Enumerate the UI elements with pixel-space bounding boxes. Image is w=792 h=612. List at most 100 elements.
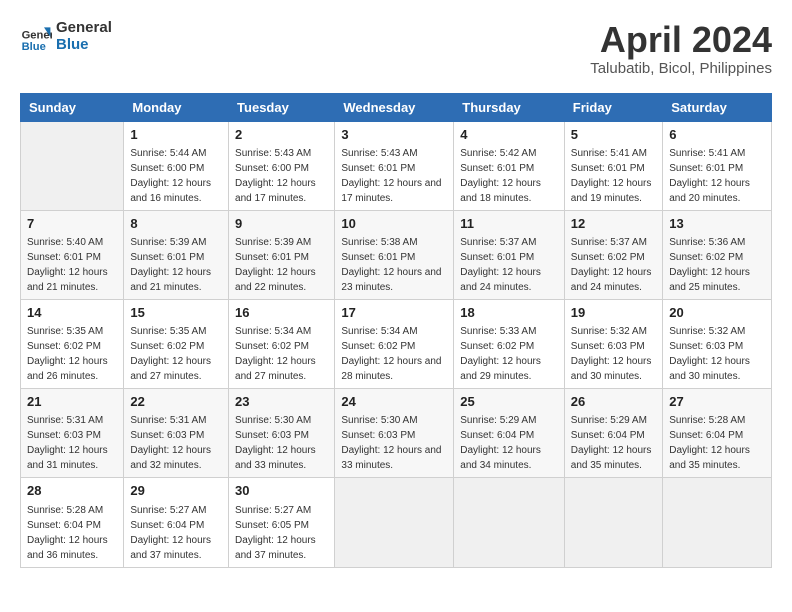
sunrise-info: Sunrise: 5:44 AM — [130, 148, 206, 159]
calendar-cell: 30Sunrise: 5:27 AMSunset: 6:05 PMDayligh… — [229, 478, 335, 567]
calendar-cell: 9Sunrise: 5:39 AMSunset: 6:01 PMDaylight… — [229, 210, 335, 299]
daylight-info: Daylight: 12 hours and 29 minutes. — [460, 356, 541, 382]
sunset-info: Sunset: 6:04 PM — [571, 430, 645, 441]
sunrise-info: Sunrise: 5:34 AM — [341, 326, 417, 337]
sunset-info: Sunset: 6:04 PM — [130, 520, 204, 531]
day-number: 15 — [130, 304, 222, 322]
daylight-info: Daylight: 12 hours and 33 minutes. — [341, 445, 441, 471]
daylight-info: Daylight: 12 hours and 21 minutes. — [130, 267, 211, 293]
sunrise-info: Sunrise: 5:35 AM — [27, 326, 103, 337]
sunrise-info: Sunrise: 5:34 AM — [235, 326, 311, 337]
calendar-cell: 21Sunrise: 5:31 AMSunset: 6:03 PMDayligh… — [21, 389, 124, 478]
daylight-info: Daylight: 12 hours and 31 minutes. — [27, 445, 108, 471]
sunrise-info: Sunrise: 5:37 AM — [460, 237, 536, 248]
calendar-cell: 29Sunrise: 5:27 AMSunset: 6:04 PMDayligh… — [124, 478, 229, 567]
calendar-cell: 1 Sunrise: 5:44 AM Sunset: 6:00 PM Daylight… — [124, 121, 229, 210]
daylight-info: Daylight: 12 hours and 18 minutes. — [460, 178, 541, 204]
sunset-info: Sunset: 6:01 PM — [460, 252, 534, 263]
day-number: 12 — [571, 215, 656, 233]
daylight-info: Daylight: 12 hours and 35 minutes. — [669, 445, 750, 471]
calendar-week-3: 14Sunrise: 5:35 AMSunset: 6:02 PMDayligh… — [21, 299, 772, 388]
calendar-cell: 24Sunrise: 5:30 AMSunset: 6:03 PMDayligh… — [335, 389, 454, 478]
logo-icon: General Blue — [20, 21, 52, 53]
sunset-info: Sunset: 6:00 PM — [130, 163, 204, 174]
daylight-info: Daylight: 12 hours and 24 minutes. — [571, 267, 652, 293]
sunrise-info: Sunrise: 5:35 AM — [130, 326, 206, 337]
sunrise-info: Sunrise: 5:31 AM — [27, 415, 103, 426]
sunrise-info: Sunrise: 5:41 AM — [669, 148, 745, 159]
daylight-info: Daylight: 12 hours and 32 minutes. — [130, 445, 211, 471]
daylight-info: Daylight: 12 hours and 30 minutes. — [669, 356, 750, 382]
calendar-cell: 26Sunrise: 5:29 AMSunset: 6:04 PMDayligh… — [564, 389, 662, 478]
daylight-info: Daylight: 12 hours and 37 minutes. — [130, 535, 211, 561]
day-number: 21 — [27, 393, 117, 411]
daylight-info: Daylight: 12 hours and 30 minutes. — [571, 356, 652, 382]
header-tuesday: Tuesday — [229, 93, 335, 121]
daylight-info: Daylight: 12 hours and 16 minutes. — [130, 178, 211, 204]
sunset-info: Sunset: 6:02 PM — [235, 341, 309, 352]
sunset-info: Sunset: 6:01 PM — [341, 252, 415, 263]
sunrise-info: Sunrise: 5:29 AM — [460, 415, 536, 426]
sunset-info: Sunset: 6:01 PM — [460, 163, 534, 174]
day-number: 5 — [571, 126, 656, 144]
daylight-info: Daylight: 12 hours and 26 minutes. — [27, 356, 108, 382]
daylight-info: Daylight: 12 hours and 20 minutes. — [669, 178, 750, 204]
calendar-cell: 15Sunrise: 5:35 AMSunset: 6:02 PMDayligh… — [124, 299, 229, 388]
header-sunday: Sunday — [21, 93, 124, 121]
day-number: 7 — [27, 215, 117, 233]
day-number: 10 — [341, 215, 447, 233]
calendar-header-row: SundayMondayTuesdayWednesdayThursdayFrid… — [21, 93, 772, 121]
calendar-cell: 14Sunrise: 5:35 AMSunset: 6:02 PMDayligh… — [21, 299, 124, 388]
sunset-info: Sunset: 6:04 PM — [27, 520, 101, 531]
day-number: 20 — [669, 304, 765, 322]
day-number: 2 — [235, 126, 328, 144]
calendar-cell: 8Sunrise: 5:39 AMSunset: 6:01 PMDaylight… — [124, 210, 229, 299]
logo: General Blue General Blue — [20, 20, 112, 53]
sunrise-info: Sunrise: 5:36 AM — [669, 237, 745, 248]
calendar-cell — [663, 478, 772, 567]
calendar-cell — [564, 478, 662, 567]
daylight-info: Daylight: 12 hours and 17 minutes. — [235, 178, 316, 204]
sunrise-info: Sunrise: 5:30 AM — [341, 415, 417, 426]
calendar-cell: 17Sunrise: 5:34 AMSunset: 6:02 PMDayligh… — [335, 299, 454, 388]
sunset-info: Sunset: 6:03 PM — [669, 341, 743, 352]
day-number: 6 — [669, 126, 765, 144]
calendar-table: SundayMondayTuesdayWednesdayThursdayFrid… — [20, 93, 772, 568]
sunrise-info: Sunrise: 5:28 AM — [669, 415, 745, 426]
calendar-week-1: 1 Sunrise: 5:44 AM Sunset: 6:00 PM Daylight… — [21, 121, 772, 210]
daylight-info: Daylight: 12 hours and 25 minutes. — [669, 267, 750, 293]
calendar-cell: 6Sunrise: 5:41 AMSunset: 6:01 PMDaylight… — [663, 121, 772, 210]
sunset-info: Sunset: 6:01 PM — [235, 252, 309, 263]
day-number: 3 — [341, 126, 447, 144]
day-number: 30 — [235, 482, 328, 500]
sunrise-info: Sunrise: 5:29 AM — [571, 415, 647, 426]
daylight-info: Daylight: 12 hours and 27 minutes. — [130, 356, 211, 382]
page-header: General Blue General Blue April 2024 Tal… — [20, 20, 772, 77]
sunrise-info: Sunrise: 5:43 AM — [235, 148, 311, 159]
daylight-info: Daylight: 12 hours and 21 minutes. — [27, 267, 108, 293]
sunrise-info: Sunrise: 5:33 AM — [460, 326, 536, 337]
day-number: 1 — [130, 126, 222, 144]
calendar-cell — [21, 121, 124, 210]
sunset-info: Sunset: 6:00 PM — [235, 163, 309, 174]
header-friday: Friday — [564, 93, 662, 121]
header-thursday: Thursday — [454, 93, 565, 121]
logo-text-general: General — [56, 20, 112, 37]
day-number: 17 — [341, 304, 447, 322]
daylight-info: Daylight: 12 hours and 27 minutes. — [235, 356, 316, 382]
calendar-cell: 28Sunrise: 5:28 AMSunset: 6:04 PMDayligh… — [21, 478, 124, 567]
header-wednesday: Wednesday — [335, 93, 454, 121]
day-number: 18 — [460, 304, 558, 322]
calendar-week-4: 21 Sunrise: 5:31 AM Sunset: 6:03 PM Dayligh… — [21, 389, 772, 478]
sunrise-info: Sunrise: 5:39 AM — [235, 237, 311, 248]
calendar-cell: 2 Sunrise: 5:43 AM Sunset: 6:00 PM Daylight… — [229, 121, 335, 210]
header-saturday: Saturday — [663, 93, 772, 121]
day-number: 26 — [571, 393, 656, 411]
calendar-cell — [335, 478, 454, 567]
sunset-info: Sunset: 6:03 PM — [235, 430, 309, 441]
daylight-info: Daylight: 12 hours and 22 minutes. — [235, 267, 316, 293]
sunrise-info: Sunrise: 5:32 AM — [571, 326, 647, 337]
sunset-info: Sunset: 6:04 PM — [669, 430, 743, 441]
sunset-info: Sunset: 6:01 PM — [130, 252, 204, 263]
sunrise-info: Sunrise: 5:40 AM — [27, 237, 103, 248]
